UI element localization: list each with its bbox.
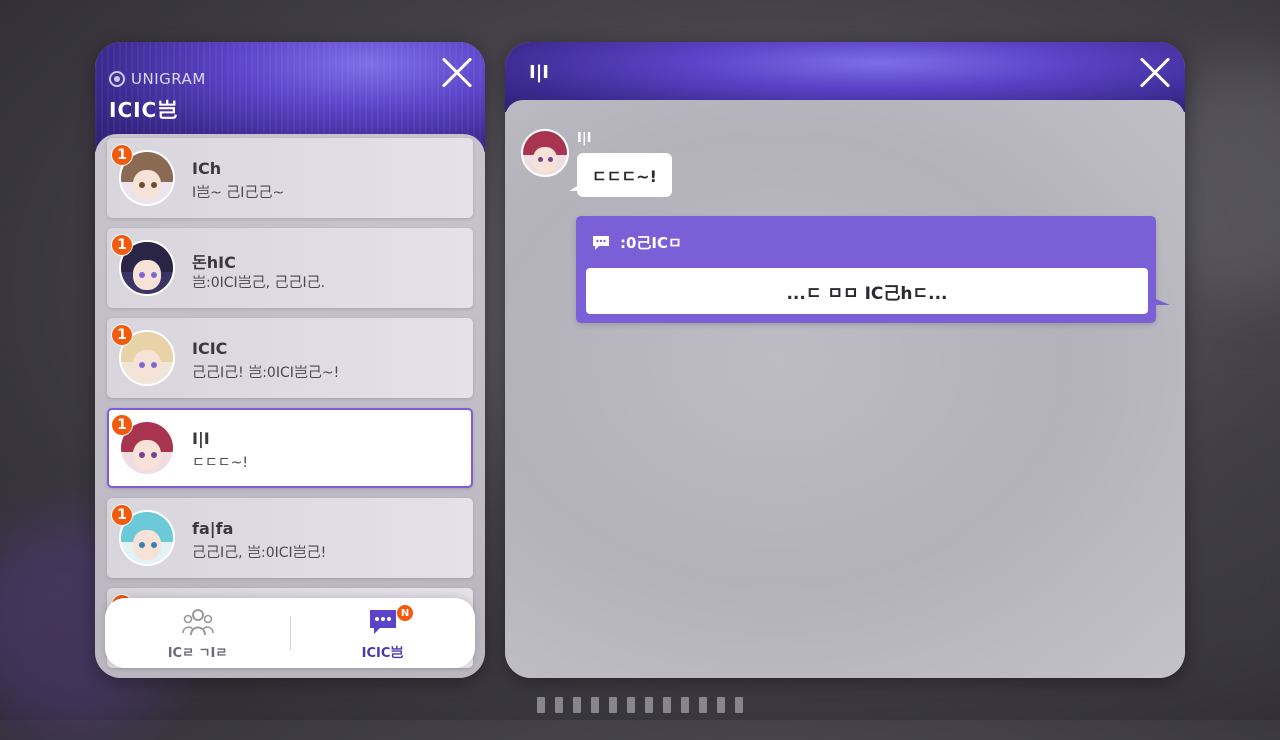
- contact-name: ICIC: [192, 339, 228, 358]
- unread-badge: 1: [111, 324, 133, 346]
- chat-panel: I|I I|I ㄷㄷㄷ~! :0己ICㅁ ...ㄷ ㅁㅁ IC己hㄷ...: [505, 42, 1185, 678]
- reply-option-button[interactable]: ...ㄷ ㅁㅁ IC己hㄷ...: [586, 268, 1148, 314]
- contact-preview: I岂~ 己I己己~: [192, 185, 285, 201]
- contacts-panel: UNIGRAM ICIC岂 1 ICh I岂~ 己I己己~ 1 돈hIC 岂:0…: [95, 42, 485, 678]
- message-bubble: ㄷㄷㄷ~!: [569, 153, 672, 197]
- unread-badge: 1: [111, 414, 133, 436]
- nav-chat-label: ICIC岂: [361, 646, 404, 661]
- reply-box: :0己ICㅁ ...ㄷ ㅁㅁ IC己hㄷ...: [576, 216, 1170, 323]
- reply-header: :0己ICㅁ: [592, 232, 682, 253]
- contact-item[interactable]: 1 ICh I岂~ 己I己己~: [107, 138, 473, 218]
- page-dot: [591, 697, 599, 713]
- contact-name: fa|fa: [192, 519, 234, 538]
- contact-item[interactable]: 1 fa|fa 己己I己, 岂:0ICI岂己!: [107, 498, 473, 578]
- unread-badge: 1: [111, 234, 133, 256]
- chat-bubble-icon: [369, 610, 396, 634]
- contact-list: 1 ICh I岂~ 己I己己~ 1 돈hIC 岂:0ICI岂己, 己己I己. 1…: [95, 134, 485, 678]
- close-chat-button[interactable]: [1138, 56, 1172, 90]
- background-blur: [1170, 420, 1280, 680]
- brand-name: UNIGRAM: [131, 70, 206, 88]
- page-dot: [717, 697, 725, 713]
- bottom-nav: ICㄹ ㄱIㄹ N ICIC岂: [105, 598, 475, 668]
- page-indicator: [537, 697, 743, 713]
- contact-preview: 己己I己, 岂:0ICI岂己!: [192, 545, 327, 561]
- unread-badge: 1: [111, 144, 133, 166]
- close-contacts-button[interactable]: [440, 56, 474, 90]
- contact-item[interactable]: 1 돈hIC 岂:0ICI岂己, 己己I己.: [107, 228, 473, 308]
- reply-prompt: :0己ICㅁ: [620, 234, 682, 252]
- app-brand: UNIGRAM: [109, 70, 206, 88]
- unread-badge: 1: [111, 504, 133, 526]
- nav-chat[interactable]: N ICIC岂: [290, 598, 475, 668]
- contact-name: I|I: [192, 429, 210, 448]
- page-dot: [537, 697, 545, 713]
- page-dot: [645, 697, 653, 713]
- sender-name: I|I: [577, 131, 592, 146]
- people-icon: [181, 609, 214, 636]
- page-dot: [555, 697, 563, 713]
- nav-friends-label: ICㄹ ㄱIㄹ: [167, 646, 228, 661]
- page-dot: [681, 697, 689, 713]
- sender-avatar: [521, 129, 569, 177]
- page-dot: [735, 697, 743, 713]
- contact-item-selected[interactable]: 1 I|I ㄷㄷㄷ~!: [107, 408, 473, 488]
- contact-item[interactable]: 1 ICIC 己己I己! 岂:0ICI岂己~!: [107, 318, 473, 398]
- brand-logo-icon: [109, 71, 125, 87]
- contact-name: 돈hIC: [192, 253, 236, 272]
- page-dot: [663, 697, 671, 713]
- contact-preview: 岂:0ICI岂己, 己己I己.: [192, 275, 326, 291]
- page-dot: [609, 697, 617, 713]
- chat-title: I|I: [529, 62, 549, 83]
- page-dot: [699, 697, 707, 713]
- page-dot: [627, 697, 635, 713]
- contact-preview: ㄷㄷㄷ~!: [192, 455, 248, 471]
- new-badge: N: [396, 604, 414, 622]
- panel-title: ICIC岂: [109, 98, 179, 122]
- page-dot: [573, 697, 581, 713]
- contact-preview: 己己I己! 岂:0ICI岂己~!: [192, 365, 340, 381]
- message-icon: [593, 235, 609, 250]
- nav-friends[interactable]: ICㄹ ㄱIㄹ: [105, 598, 290, 668]
- contact-name: ICh: [192, 159, 222, 178]
